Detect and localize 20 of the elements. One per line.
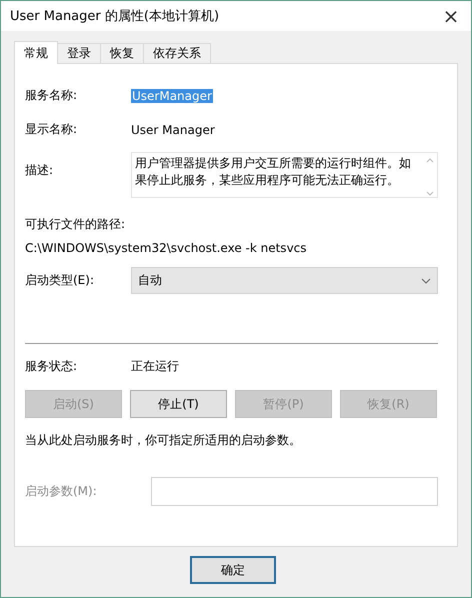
field-label: 启动类型(E):	[25, 272, 95, 289]
field-label: 描述:	[25, 162, 54, 179]
field-label: 启动参数(M):	[25, 483, 98, 500]
window-title: User Manager 的属性(本地计算机)	[10, 8, 220, 25]
service-button[interactable]: 停止(T)	[130, 390, 227, 418]
field-label: 显示名称:	[25, 121, 78, 138]
path-value: C:\WINDOWS\system32\svchost.exe -k netsvcs	[25, 241, 308, 255]
startup-type-dropdown[interactable]: 自动	[131, 267, 438, 294]
close-button[interactable]: ×	[431, 1, 471, 31]
chevron-down-icon	[421, 278, 431, 284]
ok-button[interactable]: 确定	[190, 556, 276, 584]
display-name-value: User Manager	[131, 122, 215, 136]
field-label: 服务名称:	[25, 87, 78, 104]
field-label: 可执行文件的路径:	[25, 216, 126, 233]
tab[interactable]: 依存关系	[143, 43, 211, 63]
status-value: 正在运行	[131, 358, 179, 375]
description-field[interactable]: 用户管理器提供多用户交互所需要的运行时组件。如果停止此服务，某些应用程序可能无法正确运行。	[131, 152, 438, 198]
hint-text: 当从此处启动服务时，你可指定所适用的启动参数。	[25, 432, 302, 449]
tab[interactable]: 常规	[14, 41, 58, 64]
field-label: 服务状态:	[25, 358, 78, 375]
